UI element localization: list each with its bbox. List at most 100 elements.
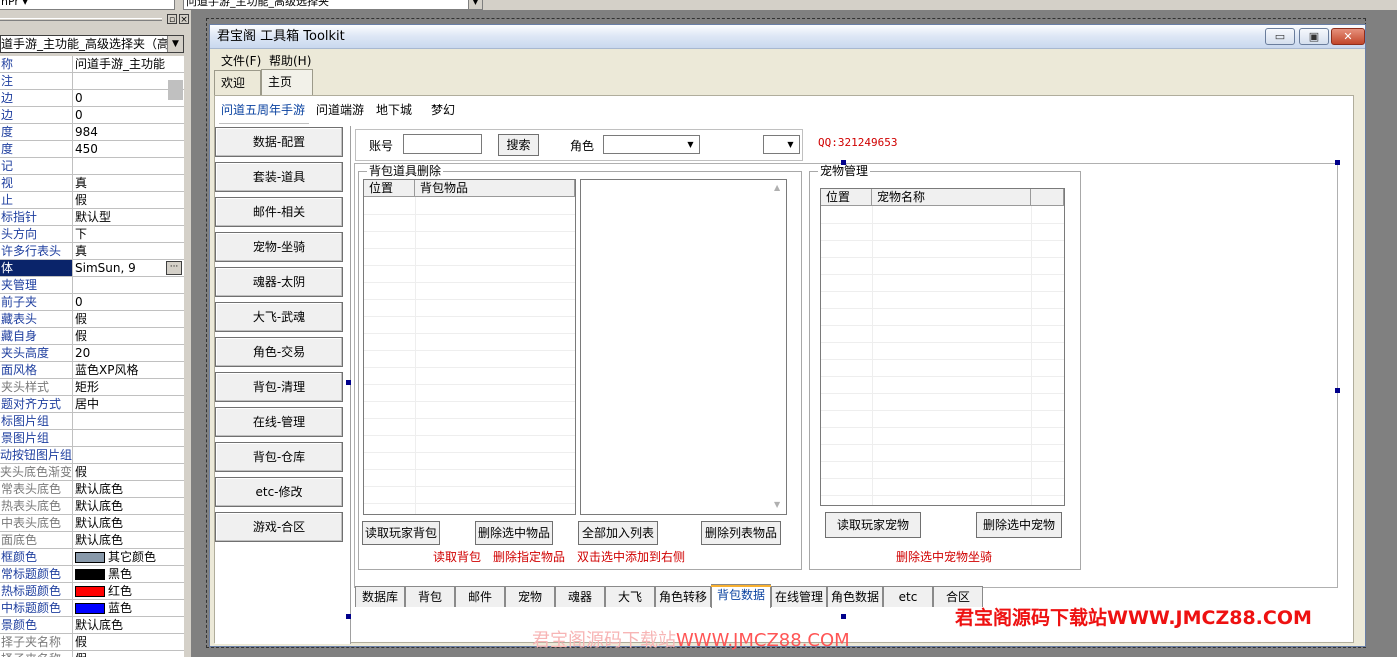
- property-row[interactable]: 择子夹名称假: [0, 634, 184, 651]
- function-tab[interactable]: 数据库: [355, 586, 405, 607]
- property-value[interactable]: 假: [75, 328, 181, 344]
- property-value[interactable]: [75, 158, 181, 174]
- function-tab[interactable]: 大飞: [605, 586, 655, 607]
- resize-handle[interactable]: [1335, 388, 1340, 393]
- property-row[interactable]: 夹管理: [0, 277, 184, 294]
- tab-menghuan[interactable]: 梦幻: [431, 101, 455, 119]
- scrollbar-thumb[interactable]: [168, 80, 183, 100]
- resize-handle[interactable]: [1335, 160, 1340, 165]
- property-value[interactable]: 假: [75, 651, 181, 657]
- caption-grip[interactable]: [0, 18, 162, 21]
- account-input[interactable]: [403, 134, 482, 154]
- chevron-down-icon[interactable]: ▼: [468, 0, 482, 9]
- tab-dnf[interactable]: 地下城: [376, 101, 412, 119]
- property-value[interactable]: 默认底色: [75, 481, 181, 497]
- property-value[interactable]: 0: [75, 90, 181, 106]
- property-row[interactable]: 度 984: [0, 124, 184, 141]
- property-value[interactable]: 红色: [75, 583, 181, 599]
- property-row[interactable]: 景图片组: [0, 430, 184, 447]
- chevron-down-icon[interactable]: ▼: [683, 137, 698, 152]
- property-row[interactable]: 动按钮图片组: [0, 447, 184, 464]
- property-row[interactable]: 热表头底色 默认底色: [0, 498, 184, 515]
- property-row[interactable]: 题对齐方式 居中: [0, 396, 184, 413]
- restore-icon[interactable]: ▫: [167, 14, 177, 25]
- property-row[interactable]: 标图片组: [0, 413, 184, 430]
- property-value[interactable]: 真: [75, 175, 181, 191]
- property-row[interactable]: 常表头底色 默认底色: [0, 481, 184, 498]
- property-row[interactable]: 许多行表头真: [0, 243, 184, 260]
- property-value[interactable]: 默认型: [75, 209, 181, 225]
- property-value[interactable]: 默认底色: [75, 532, 181, 548]
- property-row[interactable]: 度 450: [0, 141, 184, 158]
- search-button[interactable]: 搜索: [498, 134, 539, 156]
- property-row[interactable]: 夹头底色渐变假: [0, 464, 184, 481]
- property-row[interactable]: 框颜色 其它颜色: [0, 549, 184, 566]
- property-value[interactable]: 默认底色: [75, 617, 181, 633]
- delete-list-items-button[interactable]: 删除列表物品: [701, 521, 781, 545]
- function-tab[interactable]: etc: [883, 586, 933, 607]
- component-selector[interactable]: 道手游_主功能_高级选择夹（高级 ▼: [0, 35, 184, 53]
- property-row[interactable]: 中表头底色 默认底色: [0, 515, 184, 532]
- chevron-up-icon[interactable]: ▲: [774, 183, 780, 192]
- function-tab[interactable]: 合区: [933, 586, 983, 607]
- close-button[interactable]: ✕: [1331, 28, 1365, 45]
- property-value[interactable]: 假: [75, 311, 181, 327]
- object-combo[interactable]: hPr ▾: [0, 0, 175, 10]
- property-value[interactable]: [75, 430, 181, 446]
- property-row[interactable]: 景颜色 默认底色: [0, 617, 184, 634]
- function-tab[interactable]: 宠物: [505, 586, 555, 607]
- nav-button[interactable]: 在线-管理: [215, 407, 343, 437]
- property-row[interactable]: 标指针 默认型: [0, 209, 184, 226]
- property-value[interactable]: 假: [75, 634, 181, 650]
- property-value[interactable]: 0: [75, 294, 181, 310]
- nav-button[interactable]: 大飞-武魂: [215, 302, 343, 332]
- property-value[interactable]: 真: [75, 243, 181, 259]
- nav-button[interactable]: 游戏-合区: [215, 512, 343, 542]
- resize-handle[interactable]: [346, 614, 351, 619]
- read-backpack-button[interactable]: 读取玩家背包: [362, 521, 440, 545]
- property-value[interactable]: 蓝色: [75, 600, 181, 616]
- menu-help[interactable]: 帮助(H): [269, 54, 311, 68]
- property-row[interactable]: 热标题颜色 红色: [0, 583, 184, 600]
- function-tab[interactable]: 邮件: [455, 586, 505, 607]
- property-row[interactable]: 择子夹名称假: [0, 651, 184, 657]
- property-row[interactable]: 边0: [0, 90, 184, 107]
- property-row[interactable]: 面底色 默认底色: [0, 532, 184, 549]
- nav-button[interactable]: etc-修改: [215, 477, 343, 507]
- nav-button[interactable]: 邮件-相关: [215, 197, 343, 227]
- property-row[interactable]: 称 问道手游_主功能: [0, 56, 184, 73]
- nav-button[interactable]: 数据-配置: [215, 127, 343, 157]
- nav-button[interactable]: 角色-交易: [215, 337, 343, 367]
- chevron-down-icon[interactable]: ▼: [167, 36, 183, 52]
- small-select[interactable]: ▼: [763, 135, 800, 154]
- role-select[interactable]: ▼: [603, 135, 700, 154]
- property-row[interactable]: 边0: [0, 107, 184, 124]
- resize-handle[interactable]: [346, 380, 351, 385]
- restore-button[interactable]: ▣: [1299, 28, 1329, 45]
- property-value[interactable]: 450: [75, 141, 181, 157]
- property-row[interactable]: 中标题颜色 蓝色: [0, 600, 184, 617]
- chevron-down-icon[interactable]: ▼: [783, 137, 798, 152]
- delete-selected-pet-button[interactable]: 删除选中宠物: [976, 512, 1062, 538]
- column-extra[interactable]: [1031, 189, 1064, 206]
- pet-list[interactable]: 位置 宠物名称: [820, 188, 1065, 506]
- close-icon[interactable]: ×: [179, 14, 189, 25]
- property-value[interactable]: 假: [75, 192, 181, 208]
- backpack-list[interactable]: 位置 背包物品: [363, 179, 576, 515]
- title-bar[interactable]: 君宝阁 工具箱 Toolkit ▭ ▣ ✕: [210, 25, 1365, 49]
- scrollbar[interactable]: ▲ ▼: [771, 180, 786, 514]
- property-value[interactable]: 0: [75, 107, 181, 123]
- read-pets-button[interactable]: 读取玩家宠物: [825, 512, 921, 538]
- tab-welcome[interactable]: 欢迎: [214, 70, 261, 95]
- property-value[interactable]: [75, 447, 181, 463]
- column-pet-name[interactable]: 宠物名称: [872, 189, 1031, 206]
- property-row[interactable]: 常标题颜色 黑色: [0, 566, 184, 583]
- event-combo[interactable]: 问道手游_主功能_高级选择夹 ▼: [183, 0, 483, 10]
- tab-wendao-mobile[interactable]: 问道五周年手游: [221, 101, 305, 119]
- function-tab[interactable]: 背包: [405, 586, 455, 607]
- property-value[interactable]: 黑色: [75, 566, 181, 582]
- property-row[interactable]: 体 SimSun, 9 ···: [0, 260, 184, 277]
- tab-home[interactable]: 主页: [261, 69, 313, 96]
- menu-file[interactable]: 文件(F): [221, 54, 261, 68]
- tab-wendao-pc[interactable]: 问道端游: [316, 101, 364, 119]
